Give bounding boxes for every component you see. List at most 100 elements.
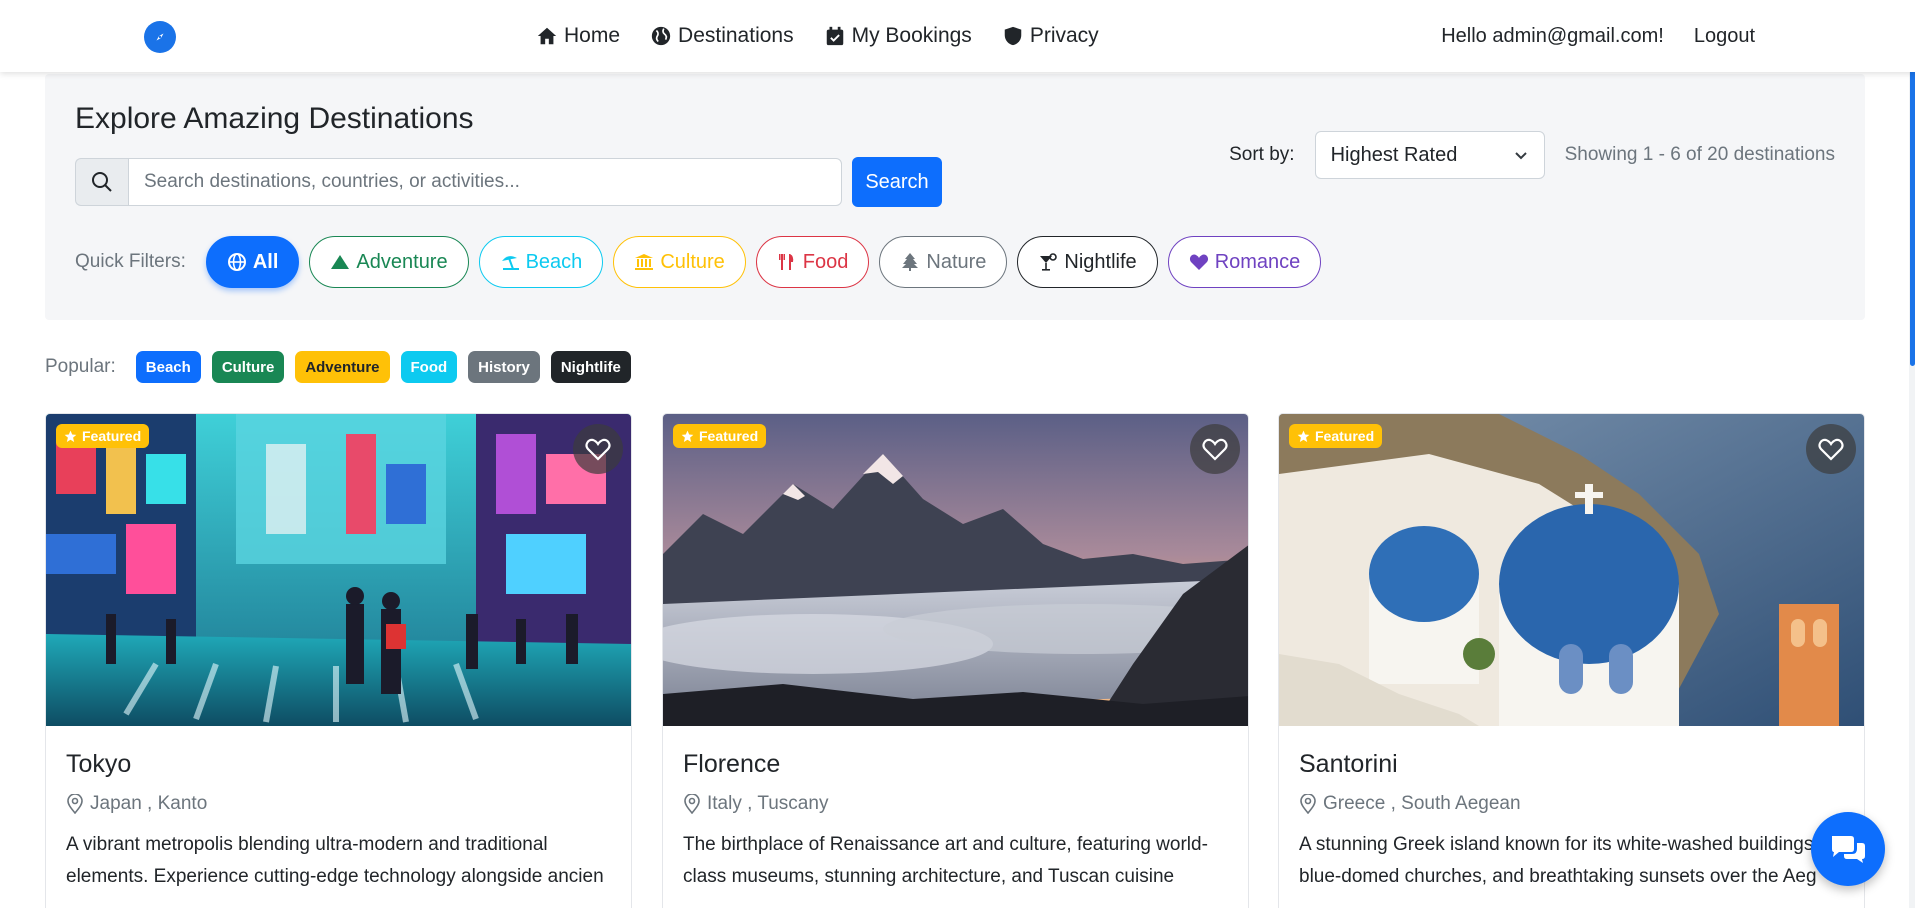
- filter-pill-adventure-label: Adventure: [356, 250, 448, 273]
- favorite-button[interactable]: [1806, 424, 1856, 474]
- filter-pill-nightlife-label: Nightlife: [1064, 250, 1137, 273]
- filter-pill-food[interactable]: Food: [755, 236, 870, 288]
- filter-pill-all[interactable]: All: [205, 236, 300, 288]
- filter-pill-romance[interactable]: Romance: [1167, 236, 1322, 288]
- featured-badge: Featured: [56, 424, 150, 448]
- sort-area: Sort by: Highest Rated Showing 1 - 6 of …: [1229, 131, 1835, 179]
- filter-pill-culture-label: Culture: [660, 250, 725, 273]
- card-body: Florence Italy , Tuscany The birthplace …: [683, 726, 1233, 893]
- chat-bubbles-icon: [1832, 836, 1865, 863]
- destination-title[interactable]: Tokyo: [66, 750, 616, 779]
- card-body: Santorini Greece , South Aegean A stunni…: [1299, 726, 1849, 893]
- filter-pill-romance-label: Romance: [1214, 250, 1301, 273]
- sort-select[interactable]: Highest Rated: [1314, 131, 1545, 179]
- home-icon: [537, 27, 557, 45]
- search-icon: [75, 158, 128, 206]
- umbrella-beach-icon: [501, 256, 519, 270]
- filter-pill-beach[interactable]: Beach: [478, 236, 604, 288]
- destination-card[interactable]: Featured Tokyo Japan , Kanto A vibrant m…: [45, 413, 632, 908]
- destination-card[interactable]: Featured Florence Italy , Tuscany The bi…: [662, 413, 1249, 908]
- tree-icon: [902, 253, 919, 271]
- destination-title[interactable]: Santorini: [1299, 750, 1849, 779]
- nav-destinations[interactable]: Destinations: [650, 24, 794, 48]
- chevron-down-icon: [1514, 152, 1527, 160]
- chat-button[interactable]: [1811, 812, 1885, 886]
- featured-badge-label: Featured: [82, 428, 142, 444]
- destination-description: A stunning Greek island known for its wh…: [1299, 834, 1819, 887]
- popular-tag-culture[interactable]: Culture: [211, 351, 285, 383]
- destination-image[interactable]: Featured: [1279, 414, 1864, 726]
- filter-pill-beach-label: Beach: [525, 250, 583, 273]
- nav-user-area: Hello admin@gmail.com! Logout: [1441, 0, 1755, 72]
- destination-location: Italy , Tuscany: [683, 793, 1233, 815]
- search-input[interactable]: [128, 158, 842, 206]
- globe-icon: [227, 253, 246, 271]
- filter-panel: Explore Amazing Destinations Search Sort…: [45, 74, 1865, 320]
- destination-location-text: Japan , Kanto: [90, 793, 208, 814]
- shield-icon: [1004, 26, 1022, 46]
- nav-my-bookings-label: My Bookings: [851, 24, 972, 47]
- destination-image[interactable]: Featured: [663, 414, 1248, 726]
- destination-card[interactable]: Featured Santorini Greece , South Aegean…: [1278, 413, 1865, 908]
- compass-icon[interactable]: [144, 21, 176, 53]
- featured-badge-label: Featured: [699, 428, 759, 444]
- filter-pill-adventure[interactable]: Adventure: [309, 236, 469, 288]
- user-greeting: Hello admin@gmail.com!: [1441, 24, 1664, 47]
- featured-badge: Featured: [673, 424, 767, 448]
- globe-icon: [651, 26, 671, 46]
- nav-links: Home Destinations My Bookings Privacy: [536, 0, 1099, 72]
- featured-badge-label: Featured: [1315, 428, 1375, 444]
- popular-tag-adventure[interactable]: Adventure: [295, 351, 390, 383]
- filter-pill-nature[interactable]: Nature: [879, 236, 1008, 288]
- cocktail-icon: [1040, 253, 1058, 271]
- page-title: Explore Amazing Destinations: [75, 102, 474, 135]
- map-pin-icon: [67, 794, 83, 814]
- map-pin-icon: [684, 794, 700, 814]
- map-pin-icon: [1300, 794, 1316, 814]
- star-icon: [1297, 430, 1310, 442]
- filter-pill-culture[interactable]: Culture: [613, 236, 746, 288]
- favorite-button[interactable]: [1190, 424, 1240, 474]
- star-icon: [681, 430, 694, 442]
- destination-description: The birthplace of Renaissance art and cu…: [683, 834, 1208, 887]
- results-count: Showing 1 - 6 of 20 destinations: [1564, 144, 1835, 165]
- popular-tag-beach[interactable]: Beach: [135, 351, 201, 383]
- heart-outline-icon: [1202, 438, 1228, 461]
- utensils-icon: [778, 254, 793, 270]
- heart-icon: [1189, 254, 1208, 270]
- top-navbar: Home Destinations My Bookings Privacy He…: [0, 0, 1915, 72]
- search-button[interactable]: Search: [852, 157, 942, 207]
- heart-outline-icon: [585, 438, 611, 461]
- destination-location: Japan , Kanto: [66, 793, 616, 815]
- destination-location: Greece , South Aegean: [1299, 793, 1849, 815]
- star-icon: [64, 430, 77, 442]
- popular-tag-history[interactable]: History: [468, 351, 540, 383]
- heart-outline-icon: [1818, 438, 1844, 461]
- nav-destinations-label: Destinations: [678, 24, 794, 47]
- popular-tags: Popular: Beach Culture Adventure Food Hi…: [45, 351, 642, 383]
- page-scrollbar[interactable]: [1909, 0, 1915, 908]
- destination-image[interactable]: Featured: [46, 414, 631, 726]
- favorite-button[interactable]: [573, 424, 623, 474]
- destination-location-text: Italy , Tuscany: [707, 793, 829, 814]
- nav-my-bookings[interactable]: My Bookings: [824, 24, 972, 48]
- popular-label: Popular:: [45, 356, 116, 377]
- card-body: Tokyo Japan , Kanto A vibrant metropolis…: [66, 726, 616, 893]
- filter-pill-all-label: All: [252, 250, 279, 273]
- sort-label: Sort by:: [1229, 144, 1295, 165]
- mountain-icon: [331, 255, 350, 269]
- popular-tag-food[interactable]: Food: [400, 351, 458, 383]
- destination-title[interactable]: Florence: [683, 750, 1233, 779]
- popular-tag-nightlife[interactable]: Nightlife: [550, 351, 631, 383]
- sort-select-value: Highest Rated: [1330, 143, 1458, 166]
- logout-link[interactable]: Logout: [1694, 25, 1755, 48]
- landmark-icon: [635, 254, 654, 270]
- nav-privacy[interactable]: Privacy: [1002, 24, 1099, 48]
- nav-home[interactable]: Home: [536, 24, 620, 48]
- quick-filters: Quick Filters: All Adventure Beach Cultu…: [75, 235, 1331, 289]
- calendar-check-icon: [826, 26, 843, 46]
- filter-pill-nightlife[interactable]: Nightlife: [1017, 236, 1158, 288]
- filter-pill-food-label: Food: [802, 250, 849, 273]
- nav-privacy-label: Privacy: [1029, 24, 1099, 47]
- filter-pill-nature-label: Nature: [926, 250, 987, 273]
